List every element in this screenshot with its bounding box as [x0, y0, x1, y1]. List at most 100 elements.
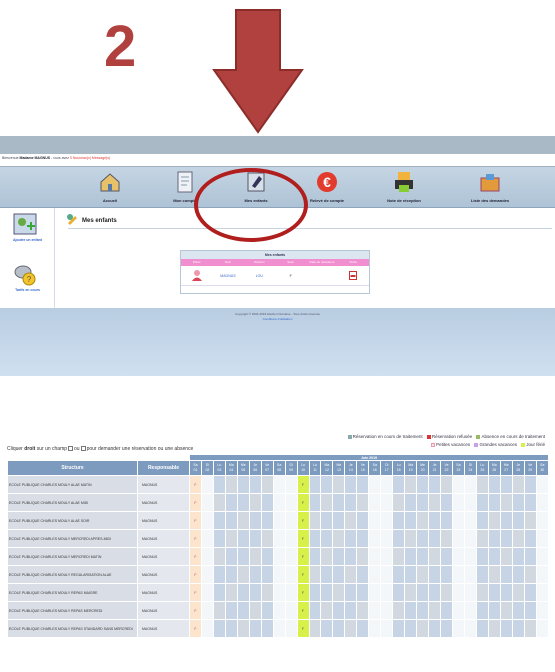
- day-cell[interactable]: [320, 493, 334, 512]
- day-cell[interactable]: [440, 547, 453, 566]
- day-cell[interactable]: [428, 547, 442, 566]
- day-cell[interactable]: [523, 583, 537, 602]
- day-cell[interactable]: [236, 619, 250, 638]
- day-cell[interactable]: [224, 583, 238, 602]
- day-cell[interactable]: [499, 493, 513, 512]
- day-cell[interactable]: [416, 475, 430, 494]
- day-cell[interactable]: [511, 583, 525, 602]
- day-cell[interactable]: [212, 583, 226, 602]
- day-cell[interactable]: [320, 583, 334, 602]
- day-cell[interactable]: [332, 529, 346, 548]
- day-cell[interactable]: [344, 511, 358, 530]
- day-cell[interactable]: [523, 475, 537, 494]
- nav-liste-demandes[interactable]: Liste des demandes: [460, 167, 520, 209]
- day-cell[interactable]: [248, 475, 262, 494]
- day-cell[interactable]: [236, 511, 250, 530]
- day-cell[interactable]: [392, 475, 406, 494]
- day-cell[interactable]: [511, 565, 525, 584]
- day-cell[interactable]: [212, 511, 226, 530]
- nav-accueil[interactable]: Accueil: [80, 167, 140, 209]
- day-cell[interactable]: [344, 619, 358, 638]
- day-cell[interactable]: [475, 529, 489, 548]
- day-cell[interactable]: [224, 547, 238, 566]
- day-cell[interactable]: [392, 619, 406, 638]
- day-cell[interactable]: [332, 475, 346, 494]
- day-cell[interactable]: [356, 601, 370, 620]
- day-cell[interactable]: [416, 601, 430, 620]
- day-cell[interactable]: [308, 547, 322, 566]
- day-cell[interactable]: [416, 493, 430, 512]
- day-cell[interactable]: [440, 529, 453, 548]
- day-cell[interactable]: [475, 583, 489, 602]
- day-cell[interactable]: [392, 493, 406, 512]
- day-cell[interactable]: [428, 493, 442, 512]
- day-cell[interactable]: [248, 493, 262, 512]
- day-cell[interactable]: [320, 601, 334, 620]
- day-cell[interactable]: [344, 565, 358, 584]
- day-cell[interactable]: [224, 565, 238, 584]
- day-cell[interactable]: [392, 565, 406, 584]
- day-cell[interactable]: [224, 601, 238, 620]
- day-cell[interactable]: [332, 565, 346, 584]
- day-cell[interactable]: [523, 547, 537, 566]
- day-cell[interactable]: [212, 601, 226, 620]
- child-fiche[interactable]: [338, 270, 369, 281]
- day-cell[interactable]: [320, 565, 334, 584]
- day-cell[interactable]: [260, 529, 274, 548]
- day-cell[interactable]: [356, 529, 370, 548]
- day-cell[interactable]: [523, 511, 537, 530]
- day-cell[interactable]: [475, 601, 489, 620]
- day-cell[interactable]: [356, 547, 370, 566]
- day-cell[interactable]: [260, 619, 274, 638]
- table-row[interactable]: MAGNUS LOU F: [181, 266, 369, 286]
- day-cell[interactable]: [212, 619, 226, 638]
- day-cell[interactable]: [260, 547, 274, 566]
- day-cell[interactable]: [392, 547, 406, 566]
- day-cell[interactable]: [416, 583, 430, 602]
- messages-link[interactable]: 0 Nouveau(x) Message(s): [70, 156, 110, 160]
- day-cell[interactable]: [212, 475, 226, 494]
- day-cell[interactable]: [475, 565, 489, 584]
- day-cell[interactable]: [248, 583, 262, 602]
- day-cell[interactable]: [499, 547, 513, 566]
- day-cell[interactable]: [523, 619, 537, 638]
- day-cell[interactable]: [260, 565, 274, 584]
- day-cell[interactable]: [356, 511, 370, 530]
- day-cell[interactable]: [475, 493, 489, 512]
- day-cell[interactable]: [487, 601, 501, 620]
- day-cell[interactable]: [212, 493, 226, 512]
- day-cell[interactable]: [404, 511, 418, 530]
- day-cell[interactable]: [428, 619, 442, 638]
- day-cell[interactable]: [236, 583, 250, 602]
- day-cell[interactable]: [404, 475, 418, 494]
- day-cell[interactable]: [356, 493, 370, 512]
- day-cell[interactable]: [428, 511, 442, 530]
- day-cell[interactable]: [487, 511, 501, 530]
- day-cell[interactable]: [260, 475, 274, 494]
- day-cell[interactable]: [308, 619, 322, 638]
- day-cell[interactable]: [392, 583, 406, 602]
- day-cell[interactable]: [487, 547, 501, 566]
- day-cell[interactable]: [416, 547, 430, 566]
- day-cell[interactable]: [224, 511, 238, 530]
- day-cell[interactable]: [260, 511, 274, 530]
- day-cell[interactable]: [428, 601, 442, 620]
- day-cell[interactable]: [332, 583, 346, 602]
- day-cell[interactable]: [428, 565, 442, 584]
- day-cell[interactable]: [392, 511, 406, 530]
- day-cell[interactable]: [356, 475, 370, 494]
- day-cell[interactable]: [404, 601, 418, 620]
- day-cell[interactable]: [308, 601, 322, 620]
- day-cell[interactable]: [224, 475, 238, 494]
- day-cell[interactable]: [428, 475, 442, 494]
- day-cell[interactable]: [248, 619, 262, 638]
- day-cell[interactable]: [404, 565, 418, 584]
- day-cell[interactable]: [356, 619, 370, 638]
- conditions-link[interactable]: Conditions d'utilisation: [0, 317, 555, 321]
- day-cell[interactable]: [511, 547, 525, 566]
- day-cell[interactable]: [440, 493, 453, 512]
- day-cell[interactable]: [511, 511, 525, 530]
- day-cell[interactable]: [511, 493, 525, 512]
- day-cell[interactable]: [320, 511, 334, 530]
- day-cell[interactable]: [248, 529, 262, 548]
